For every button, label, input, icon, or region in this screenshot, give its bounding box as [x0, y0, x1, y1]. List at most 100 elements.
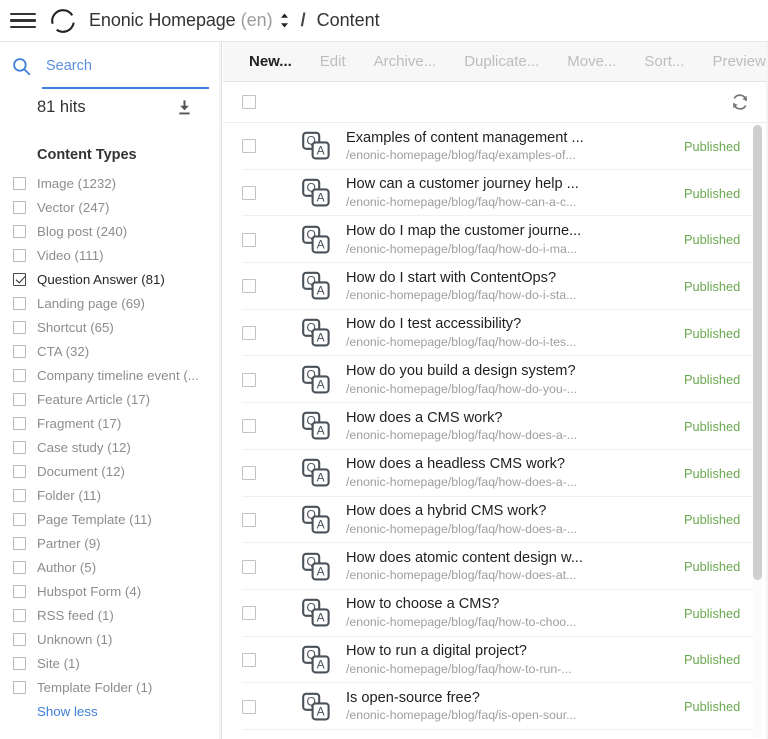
content-type-filter-row[interactable]: Site (1) [0, 652, 219, 676]
item-checkbox[interactable] [242, 233, 256, 247]
content-type-filter-row[interactable]: Video (111) [0, 244, 219, 268]
content-type-label: Unknown (1) [37, 632, 112, 647]
item-checkbox[interactable] [242, 653, 256, 667]
item-title: How does a headless CMS work? [346, 455, 598, 474]
content-type-checkbox[interactable] [13, 177, 26, 190]
content-type-filter-row[interactable]: Fragment (17) [0, 412, 219, 436]
content-type-checkbox[interactable] [13, 561, 26, 574]
content-type-filter-row[interactable]: Template Folder (1) [0, 676, 219, 700]
item-checkbox[interactable] [242, 560, 256, 574]
content-type-label: Case study (12) [37, 440, 131, 455]
item-checkbox[interactable] [242, 279, 256, 293]
content-type-checkbox[interactable] [13, 273, 26, 286]
content-type-checkbox[interactable] [13, 537, 26, 550]
content-type-filter-row[interactable]: Feature Article (17) [0, 388, 219, 412]
content-type-checkbox[interactable] [13, 465, 26, 478]
breadcrumb-current[interactable]: Content [317, 10, 380, 31]
content-list-item[interactable]: QAHow do I start with ContentOps?/enonic… [223, 263, 768, 310]
content-list-item[interactable]: QAHow to choose a CMS?/enonic-homepage/b… [223, 590, 768, 637]
show-less-link[interactable]: Show less [0, 704, 219, 719]
item-checkbox[interactable] [242, 606, 256, 620]
item-text-block: Examples of content management .../enoni… [346, 129, 680, 165]
content-type-filter-row[interactable]: Image (1232) [0, 172, 219, 196]
content-list[interactable]: QA Examples of content management .../eno… [223, 123, 768, 738]
content-type-checkbox[interactable] [13, 609, 26, 622]
content-type-filter-row[interactable]: Document (12) [0, 460, 219, 484]
content-type-checkbox[interactable] [13, 681, 26, 694]
content-type-filter-row[interactable]: CTA (32) [0, 340, 219, 364]
content-type-checkbox[interactable] [13, 417, 26, 430]
item-checkbox[interactable] [242, 513, 256, 527]
question-answer-icon: QA [300, 317, 332, 349]
refresh-icon[interactable] [730, 92, 750, 112]
select-all-checkbox[interactable] [242, 95, 256, 109]
content-list-item[interactable]: QAIs open-source free?/enonic-homepage/b… [223, 683, 768, 730]
download-icon[interactable] [176, 99, 193, 116]
content-type-checkbox[interactable] [13, 441, 26, 454]
content-type-filter-row[interactable]: Case study (12) [0, 436, 219, 460]
content-type-filter-row[interactable]: RSS feed (1) [0, 604, 219, 628]
content-list-item[interactable]: QAHow do I map the customer journe.../en… [223, 216, 768, 263]
content-type-filter-row[interactable]: Unknown (1) [0, 628, 219, 652]
content-type-checkbox[interactable] [13, 393, 26, 406]
content-type-label: Page Template (11) [37, 512, 152, 527]
item-path: /enonic-homepage/blog/faq/how-does-a-... [346, 428, 598, 444]
content-list-item[interactable]: QAHow can a customer journey help .../en… [223, 170, 768, 217]
content-type-label: Partner (9) [37, 536, 101, 551]
content-list-item[interactable]: QAHow does a headless CMS work?/enonic-h… [223, 450, 768, 497]
chevron-updown-icon[interactable] [279, 12, 290, 29]
content-type-filter-row[interactable]: Folder (11) [0, 484, 219, 508]
search-icon[interactable] [12, 57, 31, 76]
content-type-checkbox[interactable] [13, 249, 26, 262]
item-checkbox[interactable] [242, 466, 256, 480]
content-type-filter-row[interactable]: Hubspot Form (4) [0, 580, 219, 604]
content-type-filter-row[interactable]: Page Template (11) [0, 508, 219, 532]
hamburger-icon[interactable] [10, 13, 44, 29]
list-scrollbar-thumb[interactable] [753, 125, 762, 580]
item-checkbox[interactable] [242, 373, 256, 387]
content-type-checkbox[interactable] [13, 513, 26, 526]
content-list-item[interactable]: QAHow to run a digital project?/enonic-h… [223, 637, 768, 684]
content-type-checkbox[interactable] [13, 321, 26, 334]
item-title: How do you build a design system? [346, 362, 598, 381]
item-checkbox[interactable] [242, 419, 256, 433]
content-list-item[interactable]: QAHow does a hybrid CMS work?/enonic-hom… [223, 497, 768, 544]
content-type-filter-row[interactable]: Company timeline event (... [0, 364, 219, 388]
content-list-item[interactable]: QAExamples of content management .../eno… [223, 123, 768, 170]
content-type-checkbox[interactable] [13, 201, 26, 214]
svg-text:A: A [317, 611, 325, 625]
content-list-item[interactable]: QAHow do you build a design system?/enon… [223, 356, 768, 403]
content-types-heading: Content Types [0, 127, 219, 172]
content-list-item[interactable]: QAHow does a CMS work?/enonic-homepage/b… [223, 403, 768, 450]
content-type-filter-row[interactable]: Partner (9) [0, 532, 219, 556]
content-type-filter-row[interactable]: Author (5) [0, 556, 219, 580]
content-type-checkbox[interactable] [13, 657, 26, 670]
item-checkbox[interactable] [242, 186, 256, 200]
item-title: How to choose a CMS? [346, 595, 598, 614]
content-type-checkbox[interactable] [13, 345, 26, 358]
content-type-filter-row[interactable]: Vector (247) [0, 196, 219, 220]
content-list-item[interactable]: QAHow do I test accessibility?/enonic-ho… [223, 310, 768, 357]
content-type-filter-row[interactable]: Landing page (69) [0, 292, 219, 316]
item-text-block: How does a CMS work?/enonic-homepage/blo… [346, 409, 680, 445]
content-type-checkbox[interactable] [13, 633, 26, 646]
content-type-checkbox[interactable] [13, 369, 26, 382]
content-type-checkbox[interactable] [13, 585, 26, 598]
content-list-item[interactable]: QAHow does atomic content design w.../en… [223, 543, 768, 590]
content-type-filter-row[interactable]: Blog post (240) [0, 220, 219, 244]
search-input[interactable] [46, 58, 219, 74]
item-checkbox[interactable] [242, 700, 256, 714]
item-checkbox[interactable] [242, 326, 256, 340]
content-type-filter-row[interactable]: Shortcut (65) [0, 316, 219, 340]
item-checkbox[interactable] [242, 139, 256, 153]
content-type-checkbox[interactable] [13, 489, 26, 502]
item-path: /enonic-homepage/blog/faq/how-do-i-tes..… [346, 335, 598, 351]
content-type-checkbox[interactable] [13, 225, 26, 238]
content-type-checkbox[interactable] [13, 297, 26, 310]
content-type-filter-row[interactable]: Question Answer (81) [0, 268, 219, 292]
toolbar-button[interactable]: New... [235, 53, 306, 70]
site-name[interactable]: Enonic Homepage [89, 10, 236, 31]
content-type-label: Question Answer (81) [37, 272, 165, 287]
list-scrollbar[interactable] [753, 123, 762, 738]
question-answer-icon: QA [300, 457, 332, 489]
